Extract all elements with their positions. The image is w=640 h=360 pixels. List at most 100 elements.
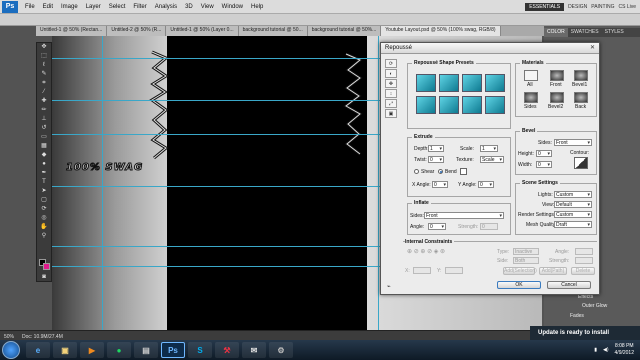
preset-shape[interactable] <box>416 96 436 114</box>
layer-effects[interactable]: Effects <box>548 294 638 303</box>
preset-shape[interactable] <box>462 74 482 92</box>
photoshop-logo[interactable]: Ps <box>2 0 18 13</box>
menu-3d[interactable]: 3D <box>181 4 197 10</box>
menu-filter[interactable]: Filter <box>129 4 150 10</box>
lasso-tool-icon[interactable]: ℓ <box>37 61 51 70</box>
doc-tab[interactable]: Untitled-1 @ 50% (Rectan... <box>36 26 108 36</box>
move-tool-icon[interactable]: ✥ <box>37 43 51 52</box>
settings-app-icon[interactable]: ⚙ <box>269 342 293 358</box>
camera-3d-icon[interactable]: ▣ <box>385 109 397 118</box>
history-brush-tool-icon[interactable]: ↺ <box>37 124 51 133</box>
roll-3d-icon[interactable]: ◐ <box>385 69 397 78</box>
marquee-tool-icon[interactable]: ⬚ <box>37 52 51 61</box>
crop-tool-icon[interactable]: ⌗ <box>37 79 51 88</box>
bevel-height-field[interactable]: 0 <box>536 150 552 157</box>
preset-shape[interactable] <box>416 74 436 92</box>
slide-3d-icon[interactable]: ↕ <box>385 89 397 98</box>
resize-grip-icon[interactable]: ⌁ <box>387 283 391 290</box>
network-icon[interactable]: ▮ <box>594 347 597 353</box>
tool-app-icon[interactable]: ⚒ <box>215 342 239 358</box>
inflate-sides-select[interactable]: Front <box>424 212 504 219</box>
doc-tab[interactable]: background tutorial @ 50... <box>238 26 308 36</box>
cs-live[interactable]: CS Live <box>618 4 636 10</box>
3d-rotate-tool-icon[interactable]: ⟳ <box>37 205 51 214</box>
preset-shape[interactable] <box>439 96 459 114</box>
mail-icon[interactable]: ✉ <box>242 342 266 358</box>
explorer-icon[interactable]: ▣ <box>53 342 77 358</box>
workspace-design[interactable]: DESIGN <box>568 4 587 10</box>
add-path-button[interactable]: Add(Path) <box>539 267 567 275</box>
menu-help[interactable]: Help <box>247 4 267 10</box>
volume-icon[interactable]: ◀) <box>603 347 609 353</box>
reference-point-icon[interactable] <box>460 168 467 175</box>
constraint-y-field[interactable] <box>445 267 463 274</box>
menu-layer[interactable]: Layer <box>82 4 105 10</box>
depth-field[interactable]: 1 <box>428 145 444 152</box>
3d-camera-tool-icon[interactable]: ◎ <box>37 214 51 223</box>
layer-outer-glow[interactable]: Outer Glow <box>548 303 638 312</box>
x-angle-field[interactable]: 0 <box>432 181 448 188</box>
material-swatch-front[interactable] <box>550 70 564 81</box>
layer-fades[interactable]: Fades <box>548 313 638 322</box>
quick-select-tool-icon[interactable]: ✎ <box>37 70 51 79</box>
render-settings-select[interactable]: Custom <box>554 211 592 218</box>
start-button[interactable] <box>2 341 20 359</box>
menu-view[interactable]: View <box>197 4 218 10</box>
clone-stamp-tool-icon[interactable]: ⊥ <box>37 115 51 124</box>
spotify-icon[interactable]: ● <box>107 342 131 358</box>
texture-select[interactable]: Scale <box>480 156 504 163</box>
zoom-level[interactable]: 50% <box>4 334 14 340</box>
constraint-x-field[interactable] <box>413 267 431 274</box>
menu-edit[interactable]: Edit <box>39 4 57 10</box>
background-color-swatch[interactable] <box>43 263 50 270</box>
gradient-tool-icon[interactable]: ▦ <box>37 142 51 151</box>
delete-constraint-button[interactable]: Delete <box>571 267 595 275</box>
material-swatch-all[interactable] <box>524 70 538 81</box>
inflate-angle-field[interactable]: 0 <box>428 223 446 230</box>
zoom-tool-icon[interactable]: ⚲ <box>37 232 51 241</box>
media-player-icon[interactable]: ▶ <box>80 342 104 358</box>
material-swatch-bevel2[interactable] <box>550 92 564 103</box>
cancel-button[interactable]: Cancel <box>547 281 591 289</box>
preset-shape[interactable] <box>485 74 505 92</box>
constraint-strength-field[interactable] <box>575 257 593 264</box>
contour-picker[interactable] <box>574 157 588 169</box>
constraint-tools-icons[interactable]: ⊕ ⊘ ⊕ ⊘ ◈ ⊛ <box>407 248 445 255</box>
preset-shape[interactable] <box>485 96 505 114</box>
constraint-type-select[interactable]: Inactive <box>513 248 539 255</box>
menu-file[interactable]: File <box>21 4 39 10</box>
doc-tab[interactable]: Untitled-2 @ 50% (R... <box>107 26 167 36</box>
twist-field[interactable]: 0 <box>428 156 444 163</box>
material-swatch-bevel1[interactable] <box>574 70 588 81</box>
dialog-title-bar[interactable]: Repoussé ✕ <box>381 43 599 54</box>
app-icon[interactable]: ▤ <box>134 342 158 358</box>
bevel-sides-select[interactable]: Front <box>554 139 592 146</box>
drag-3d-icon[interactable]: ✥ <box>385 79 397 88</box>
tab-swatches[interactable]: SWATCHES <box>568 28 602 37</box>
eyedropper-tool-icon[interactable]: ⁄ <box>37 88 51 97</box>
dodge-tool-icon[interactable]: ● <box>37 160 51 169</box>
shear-radio[interactable] <box>414 169 419 174</box>
workspace-painting[interactable]: PAINTING <box>591 4 614 10</box>
path-select-tool-icon[interactable]: ➤ <box>37 187 51 196</box>
brush-tool-icon[interactable]: ✏ <box>37 106 51 115</box>
menu-analysis[interactable]: Analysis <box>151 4 181 10</box>
photoshop-taskbar-icon[interactable]: Ps <box>161 342 185 358</box>
inflate-strength-field[interactable]: 0 <box>480 223 498 230</box>
constraint-side-select[interactable]: Both <box>513 257 539 264</box>
pen-tool-icon[interactable]: ✒ <box>37 169 51 178</box>
skype-icon[interactable]: S <box>188 342 212 358</box>
scale-3d-icon[interactable]: ⤢ <box>385 99 397 108</box>
ok-button[interactable]: OK <box>497 281 541 289</box>
tab-color[interactable]: COLOR <box>544 28 568 37</box>
scale-field[interactable]: 1 <box>480 145 498 152</box>
update-notification[interactable]: Update is ready to install <box>530 326 640 340</box>
constraint-angle-field[interactable] <box>575 248 593 255</box>
workspace-essentials[interactable]: ESSENTIALS <box>525 2 565 11</box>
menu-window[interactable]: Window <box>218 4 247 10</box>
mesh-quality-select[interactable]: Draft <box>554 221 592 228</box>
blur-tool-icon[interactable]: ◆ <box>37 151 51 160</box>
close-icon[interactable]: ✕ <box>588 44 597 52</box>
quick-mask-icon[interactable]: ◙ <box>37 273 51 282</box>
y-angle-field[interactable]: 0 <box>478 181 494 188</box>
